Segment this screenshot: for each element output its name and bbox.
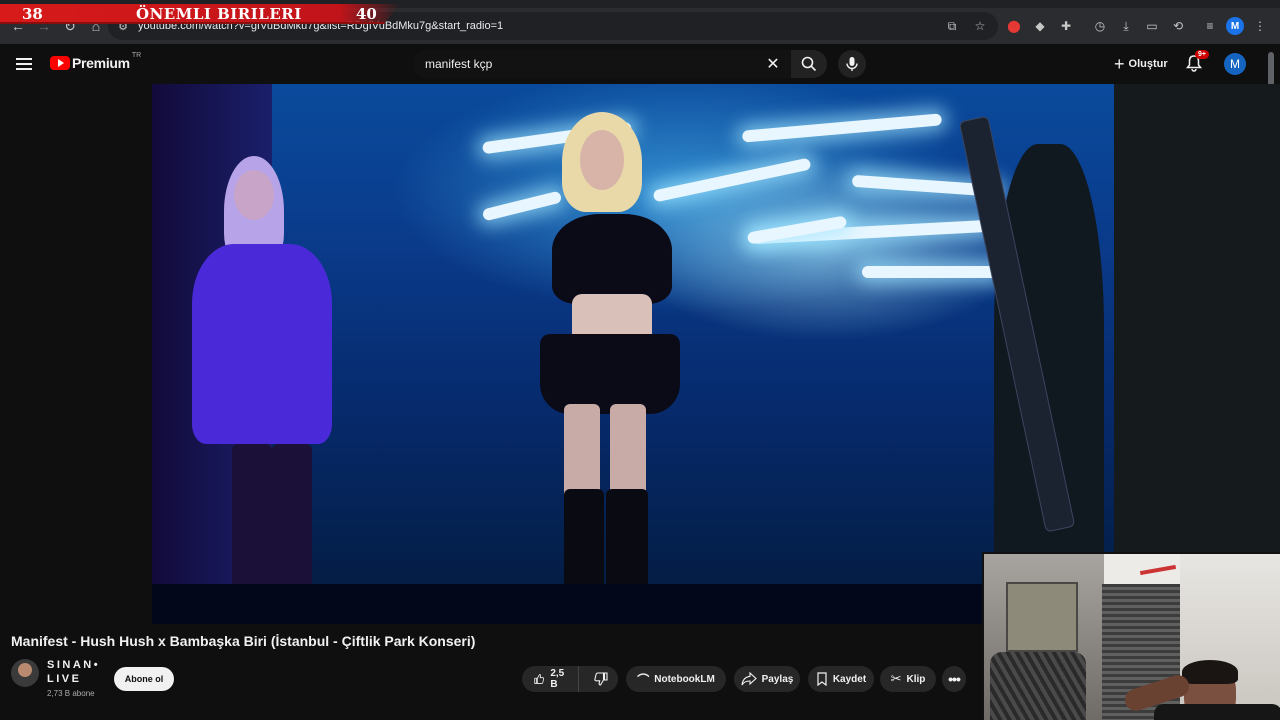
- webcam-overlay: [982, 552, 1280, 720]
- more-horizontal-icon: •••: [948, 671, 961, 687]
- notebooklm-label: NotebookLM: [654, 673, 715, 685]
- extension-diamond-icon[interactable]: ◆: [1030, 16, 1050, 36]
- cast-icon[interactable]: ▭: [1142, 16, 1162, 36]
- clip-label: Klip: [906, 673, 926, 685]
- save-label: Kaydet: [832, 673, 867, 685]
- singer-head: [580, 130, 624, 190]
- extensions-bar: ⬤ ◆ ✚ ◷ ⤓ ▭ ⟲ ≡ M ⋮: [1004, 16, 1270, 36]
- extension-red-icon[interactable]: ⬤: [1004, 16, 1024, 36]
- like-count: 2,5 B: [550, 668, 565, 690]
- plus-icon: +: [1114, 53, 1125, 74]
- browser-menu-icon[interactable]: ⋮: [1250, 16, 1270, 36]
- subscribe-button[interactable]: Abone ol: [114, 667, 174, 691]
- notebooklm-icon: ⌒: [637, 672, 650, 687]
- media-control-icon[interactable]: ≡: [1200, 16, 1220, 36]
- singer-skirt: [540, 334, 680, 414]
- create-label: Oluştur: [1128, 58, 1168, 70]
- video-title: Manifest - Hush Hush x Bambaşka Biri (İs…: [11, 633, 476, 649]
- channel-name[interactable]: SINAN• LIVE: [47, 658, 107, 686]
- scissors-icon: ✂: [890, 671, 902, 686]
- webcam-chair: [990, 652, 1086, 720]
- youtube-premium-logo[interactable]: Premium TR: [50, 51, 142, 71]
- webcam-person-shirt: [1154, 704, 1280, 720]
- dancer-left-head: [234, 170, 274, 220]
- player-right-margin: [1114, 84, 1280, 554]
- subscriber-count: 2,73 B abone: [47, 689, 95, 698]
- dancer-right-body: [994, 144, 1104, 604]
- stage-light-bar: [652, 157, 812, 203]
- extensions-puzzle-icon[interactable]: ✚: [1056, 16, 1076, 36]
- share-icon: [741, 672, 757, 686]
- clip-button[interactable]: ✂ Klip: [880, 666, 936, 692]
- youtube-header: Premium TR manifest kçp ✕ + Oluştur 9+ M: [0, 44, 1280, 84]
- save-button[interactable]: Kaydet: [808, 666, 874, 692]
- translate-icon[interactable]: ⟲: [1168, 16, 1188, 36]
- dislike-button[interactable]: [584, 666, 618, 692]
- bookmark-star-icon[interactable]: ☆: [970, 16, 990, 36]
- install-app-icon[interactable]: ⧉: [942, 16, 962, 36]
- notifications-button[interactable]: 9+: [1185, 50, 1209, 74]
- webcam-person-hair: [1182, 660, 1238, 684]
- share-button[interactable]: Paylaş: [734, 666, 800, 692]
- channel-avatar[interactable]: [11, 659, 39, 687]
- overlay-left-number: 38: [22, 5, 43, 23]
- clear-search-icon[interactable]: ✕: [761, 52, 785, 76]
- create-button[interactable]: + Oluştur: [1108, 52, 1174, 76]
- notification-badge: 9+: [1195, 50, 1209, 59]
- share-label: Paylaş: [761, 673, 794, 685]
- avatar[interactable]: M: [1224, 53, 1246, 75]
- search-input[interactable]: manifest kçp ✕: [413, 50, 791, 78]
- dancer-left-dress: [192, 244, 332, 444]
- thumbs-up-icon: [534, 674, 545, 684]
- download-icon[interactable]: ⤓: [1116, 16, 1136, 36]
- overlay-title: ÖNEMLI BIRILERI: [136, 5, 302, 23]
- hamburger-menu-icon[interactable]: [14, 54, 34, 74]
- more-actions-button[interactable]: •••: [942, 666, 966, 692]
- logo-text: Premium: [72, 55, 130, 71]
- notebooklm-button[interactable]: ⌒ NotebookLM: [626, 666, 726, 692]
- video-player[interactable]: [152, 84, 1114, 624]
- microphone-icon: [846, 57, 858, 71]
- browser-profile-avatar[interactable]: M: [1226, 17, 1244, 35]
- overlay-right-number: 40: [356, 5, 377, 23]
- like-button[interactable]: 2,5 B: [522, 666, 579, 692]
- voice-search-button[interactable]: [838, 50, 866, 78]
- thumbs-down-icon: [594, 672, 608, 686]
- logo-region: TR: [131, 51, 142, 59]
- search-button[interactable]: [791, 50, 827, 78]
- bookmark-icon: [817, 672, 827, 686]
- search-query[interactable]: manifest kçp: [425, 57, 761, 71]
- stream-overlay-banner: 38 ÖNEMLI BIRILERI 40: [0, 4, 400, 24]
- youtube-play-icon: [50, 56, 70, 70]
- stage-light-bar: [481, 190, 563, 222]
- singer-top: [552, 214, 672, 304]
- like-dislike-group: 2,5 B: [522, 666, 618, 692]
- stage-light-bar: [862, 266, 1002, 278]
- stage-floor: [152, 584, 1114, 624]
- search-icon: [801, 56, 817, 72]
- history-icon[interactable]: ◷: [1090, 16, 1110, 36]
- stage-light-bar: [741, 113, 943, 143]
